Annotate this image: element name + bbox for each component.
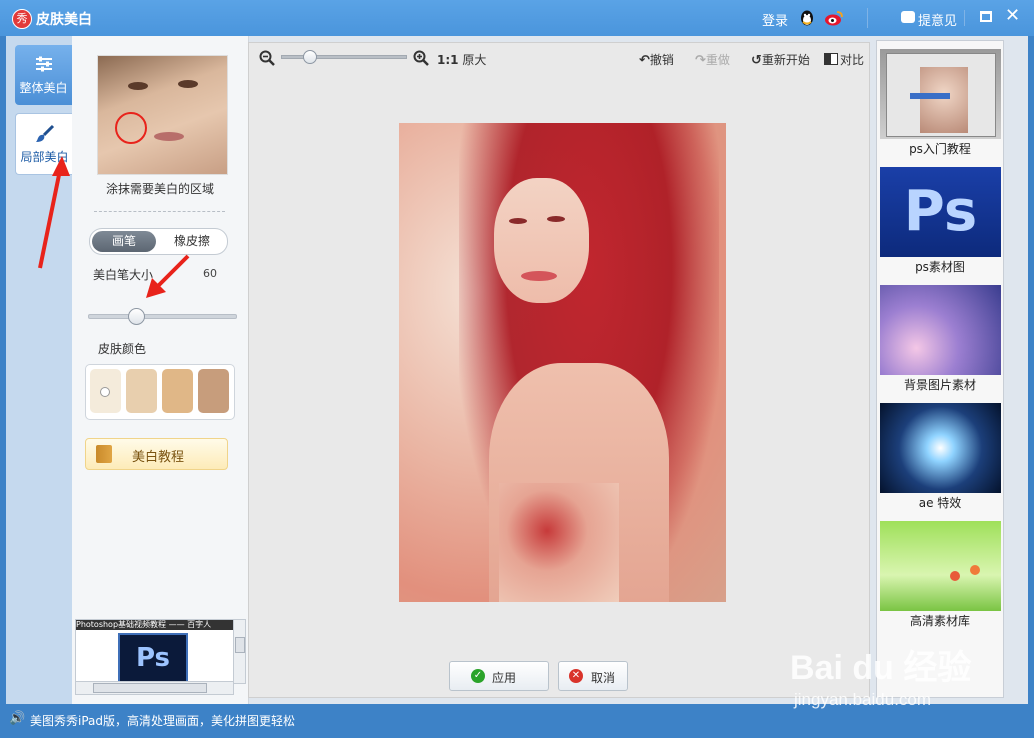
actual-size-button[interactable]: 1:1 原大 — [437, 51, 486, 68]
brush-mode-button[interactable]: 画笔 — [92, 231, 156, 252]
cancel-button[interactable]: ✕ 取消 — [558, 661, 628, 691]
restart-button[interactable]: ↺重新开始 — [751, 51, 810, 68]
feedback-link[interactable]: 提意见 — [918, 10, 957, 29]
undo-icon: ↶ — [639, 53, 650, 68]
zoom-in-icon[interactable] — [413, 50, 429, 66]
redo-button[interactable]: ↷重做 — [695, 51, 730, 68]
brush-size-slider[interactable] — [88, 308, 237, 325]
apply-label: 应用 — [492, 671, 517, 685]
annotation-arrow-icon — [146, 254, 190, 298]
ps-logo-icon: Ps — [118, 633, 188, 683]
ad-caption: ps素材图 — [915, 260, 965, 274]
zoom-slider[interactable] — [281, 50, 407, 64]
mode-tabs: 整体美白 局部美白 — [6, 36, 73, 704]
compare-icon — [824, 53, 838, 65]
highlight-circle — [115, 112, 147, 144]
brush-size-value: 60 — [203, 267, 217, 280]
compare-label: 对比 — [840, 53, 865, 67]
maximize-icon[interactable] — [980, 11, 992, 22]
login-link[interactable]: 登录 — [762, 10, 788, 29]
status-message[interactable]: 美图秀秀iPad版，高清处理画面，美化拼图更轻松 — [30, 712, 295, 729]
redo-icon: ↷ — [695, 53, 706, 68]
ad-caption: ae 特效 — [918, 496, 962, 510]
sliders-icon — [15, 55, 72, 75]
horizontal-scrollbar[interactable] — [75, 681, 234, 695]
ad-item[interactable]: 高清素材库 — [879, 518, 1001, 632]
skin-color-label: 皮肤颜色 — [98, 342, 147, 356]
divider — [867, 8, 868, 28]
title-bar: 秀 皮肤美白 登录 提意见 ✕ — [0, 0, 1034, 36]
baidu-watermark: Bai du 经验 — [790, 649, 972, 687]
tutorial-label: 美白教程 — [132, 450, 185, 465]
compare-button[interactable]: 对比 — [824, 51, 864, 68]
ad-thumbnail — [880, 403, 1001, 493]
skin-color-picker — [85, 364, 235, 420]
app-logo-icon: 秀 — [12, 9, 32, 29]
undo-label: 撤销 — [649, 53, 674, 67]
edited-photo[interactable] — [399, 123, 726, 602]
cancel-label: 取消 — [591, 671, 616, 685]
tab-whole-whitening[interactable]: 整体美白 — [15, 45, 72, 105]
ratio-prefix: 1:1 — [437, 53, 459, 67]
annotation-arrow-icon — [38, 156, 70, 269]
ad-caption: 背景图片素材 — [903, 378, 976, 392]
ad-item[interactable]: Ps ps素材图 — [879, 164, 1001, 278]
ad-thumbnail — [880, 49, 1001, 139]
ps-logo-icon: Ps — [880, 167, 1001, 257]
ad-item[interactable]: 背景图片素材 — [879, 282, 1001, 396]
dress-shape — [499, 483, 619, 602]
whitening-tutorial-button[interactable]: 美白教程 — [85, 438, 228, 470]
area-hint-text: 涂抹需要美白的区域 — [105, 182, 214, 196]
watermark-url: jingyan.baidu.com — [794, 690, 932, 709]
speech-bubble-icon — [901, 11, 915, 23]
window-title: 皮肤美白 — [36, 12, 92, 28]
ad-item[interactable]: ae 特效 — [879, 400, 1001, 514]
ad-thumbnail — [880, 285, 1001, 375]
restart-label: 重新开始 — [761, 53, 810, 67]
qq-penguin-icon[interactable] — [798, 9, 816, 27]
selected-indicator-icon — [100, 387, 110, 397]
ad-caption: 高清素材库 — [909, 614, 970, 628]
ad-banner-text: Photoshop基础视频教程 —— 百字人 — [76, 620, 233, 630]
redo-label: 重做 — [705, 53, 730, 67]
canvas-area: 1:1 原大 ↶撤销 ↷重做 ↺重新开始 对比 ✓ 应用 ✕ 取消 — [248, 42, 870, 698]
skin-color-swatch[interactable] — [162, 369, 193, 413]
vertical-scrollbar[interactable] — [233, 619, 246, 684]
check-icon: ✓ — [471, 669, 485, 683]
example-face-image — [97, 55, 228, 175]
zoom-slider-handle[interactable] — [303, 50, 317, 64]
face-shape — [494, 178, 589, 303]
skin-color-swatch[interactable] — [90, 369, 121, 413]
ad-thumbnail — [880, 521, 1001, 611]
speaker-icon: 🔊 — [9, 711, 26, 726]
zoom-out-icon[interactable] — [259, 50, 275, 66]
ad-item[interactable]: ps入门教程 — [879, 46, 1001, 160]
tool-panel: 涂抹需要美白的区域 画笔 橡皮擦 美白笔大小 60 皮肤颜色 美白教程 Phot… — [72, 36, 249, 704]
video-ad-box[interactable]: Photoshop基础视频教程 —— 百字人 Ps — [75, 619, 234, 684]
divider — [94, 211, 225, 212]
divider — [964, 10, 965, 26]
skin-color-swatch[interactable] — [126, 369, 157, 413]
slider-handle[interactable] — [128, 308, 145, 325]
tab-label: 整体美白 — [19, 81, 68, 95]
brush-icon — [16, 124, 73, 144]
apply-button[interactable]: ✓ 应用 — [449, 661, 549, 691]
book-icon — [96, 445, 112, 463]
recommendation-panel: ps入门教程 Ps ps素材图 背景图片素材 ae 特效 高清素材库 — [876, 40, 1004, 698]
skin-color-swatch[interactable] — [198, 369, 229, 413]
ratio-label: 原大 — [462, 53, 487, 67]
weibo-icon[interactable] — [824, 9, 844, 27]
cancel-x-icon: ✕ — [569, 669, 583, 683]
ad-caption: ps入门教程 — [909, 142, 971, 156]
undo-button[interactable]: ↶撤销 — [639, 51, 674, 68]
close-icon[interactable]: ✕ — [1005, 5, 1020, 26]
restart-icon: ↺ — [751, 53, 762, 68]
eraser-mode-button[interactable]: 橡皮擦 — [160, 231, 224, 252]
